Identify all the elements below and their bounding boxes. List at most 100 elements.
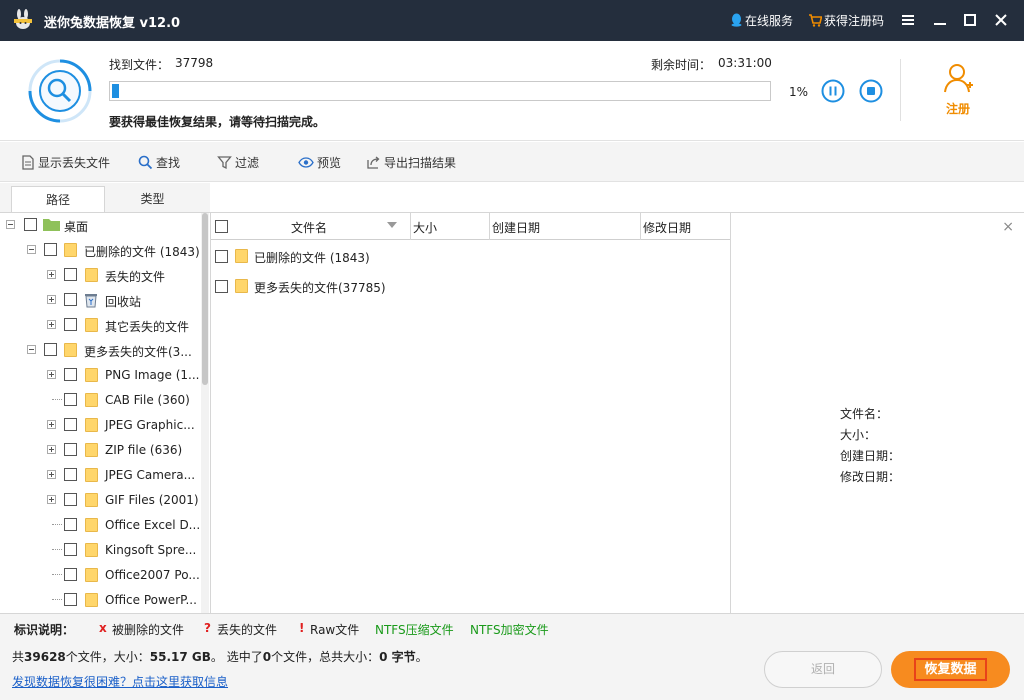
tree-node[interactable]: Office PowerP...: [0, 590, 200, 610]
select-all-checkbox[interactable]: [215, 220, 228, 233]
tab-type[interactable]: 类型: [105, 186, 200, 213]
maximize-icon[interactable]: [960, 10, 980, 30]
tree-node[interactable]: 已删除的文件 (1843): [0, 240, 200, 260]
recover-data-button[interactable]: 恢复数据: [891, 651, 1010, 688]
tree-checkbox[interactable]: [64, 518, 77, 531]
tree-node[interactable]: 更多丢失的文件(3...: [0, 340, 200, 360]
expand-toggle[interactable]: [47, 270, 56, 279]
file-list-header: 文件名 大小 创建日期 修改日期: [211, 212, 731, 240]
tree-checkbox[interactable]: [64, 368, 77, 381]
tree-checkbox[interactable]: [64, 293, 77, 306]
stop-button[interactable]: [859, 79, 883, 103]
tree-checkbox[interactable]: [44, 343, 57, 356]
show-lost-files-button[interactable]: 显示丢失文件: [21, 154, 110, 171]
row-checkbox[interactable]: [215, 250, 228, 263]
help-link[interactable]: 发现数据恢复很困难？点击这里获取信息: [12, 673, 228, 690]
tree-checkbox[interactable]: [24, 218, 37, 231]
summary-selected-mid: 个文件，总共大小：: [271, 650, 380, 664]
tree-checkbox[interactable]: [64, 493, 77, 506]
back-button[interactable]: 返回: [764, 651, 882, 688]
collapse-toggle[interactable]: [27, 345, 36, 354]
minimize-icon[interactable]: [930, 10, 950, 30]
preview-button[interactable]: 预览: [298, 154, 341, 171]
tree-scrollbar[interactable]: [201, 213, 209, 613]
remaining-time-value: 03:31:00: [718, 56, 772, 70]
file-row[interactable]: 已删除的文件 (1843): [211, 243, 731, 271]
recover-data-label: 恢复数据: [914, 658, 987, 681]
column-filename[interactable]: 文件名: [291, 219, 327, 236]
tree-node[interactable]: CAB File (360): [0, 390, 200, 410]
tree-node[interactable]: 丢失的文件: [0, 265, 200, 285]
column-created[interactable]: 创建日期: [492, 219, 540, 236]
collapse-toggle[interactable]: [27, 245, 36, 254]
expand-toggle[interactable]: [47, 495, 56, 504]
column-size[interactable]: 大小: [413, 219, 437, 236]
tree-node-root[interactable]: 桌面: [0, 215, 200, 235]
tree-label: 更多丢失的文件(3...: [84, 345, 192, 359]
tree-scrollbar-thumb[interactable]: [202, 213, 208, 385]
get-code-link[interactable]: 获得注册码: [808, 12, 884, 29]
tree-node[interactable]: JPEG Camera...: [0, 465, 200, 485]
tree-node[interactable]: GIF Files (2001): [0, 490, 200, 510]
folder-icon: [235, 249, 248, 263]
tree-label: 已删除的文件 (1843): [84, 245, 200, 259]
tree-node[interactable]: Office2007 Po...: [0, 565, 200, 585]
tree-checkbox[interactable]: [64, 568, 77, 581]
tree-checkbox[interactable]: [64, 418, 77, 431]
preview-created-label: 创建日期：: [840, 449, 901, 463]
tree-node[interactable]: Office Excel D...: [0, 515, 200, 535]
expand-toggle[interactable]: [47, 470, 56, 479]
tree-checkbox[interactable]: [44, 243, 57, 256]
tree-label: Office2007 Po...: [105, 568, 200, 582]
tree-node[interactable]: Kingsoft Spre...: [0, 540, 200, 560]
collapse-toggle[interactable]: [6, 220, 15, 229]
search-icon: [138, 155, 153, 170]
folder-icon: [85, 418, 98, 432]
export-button[interactable]: 导出扫描结果: [366, 154, 456, 171]
tab-path[interactable]: 路径: [11, 186, 105, 213]
tree-checkbox[interactable]: [64, 393, 77, 406]
status-bar: 标识说明： x 被删除的文件 ? 丢失的文件 ! Raw文件 NTFS压缩文件 …: [0, 613, 1024, 700]
file-row[interactable]: 更多丢失的文件(37785): [211, 273, 731, 301]
tree-node[interactable]: PNG Image (1...: [0, 365, 200, 385]
filter-button[interactable]: 过滤: [217, 154, 259, 171]
tree-node[interactable]: 回收站: [0, 290, 200, 310]
column-separator: [640, 213, 641, 240]
close-icon[interactable]: [991, 10, 1011, 30]
tree-checkbox[interactable]: [64, 468, 77, 481]
get-code-label: 获得注册码: [824, 14, 885, 28]
tree-node[interactable]: 其它丢失的文件: [0, 315, 200, 335]
folder-icon: [64, 243, 77, 257]
divider: [900, 59, 901, 121]
tree-node[interactable]: ZIP file (636): [0, 440, 200, 460]
tree-checkbox[interactable]: [64, 318, 77, 331]
tree-checkbox[interactable]: [64, 543, 77, 556]
pause-button[interactable]: [821, 79, 845, 103]
file-list: 文件名 大小 创建日期 修改日期 已删除的文件 (1843) 更多丢失的文件(3…: [210, 212, 731, 613]
expand-toggle[interactable]: [47, 445, 56, 454]
register-button[interactable]: 注册: [930, 61, 986, 117]
folder-icon: [85, 568, 98, 582]
row-checkbox[interactable]: [215, 280, 228, 293]
scan-progress-fill: [112, 84, 119, 98]
expand-toggle[interactable]: [47, 295, 56, 304]
preview-close-icon[interactable]: ×: [1002, 219, 1014, 235]
expand-toggle[interactable]: [47, 420, 56, 429]
tree-checkbox[interactable]: [64, 268, 77, 281]
view-tabs: 路径 类型: [0, 183, 210, 213]
tree-checkbox[interactable]: [64, 593, 77, 606]
expand-toggle[interactable]: [47, 320, 56, 329]
scanning-icon: [28, 59, 92, 123]
sort-desc-icon[interactable]: [387, 222, 397, 228]
find-button[interactable]: 查找: [138, 154, 180, 171]
expand-toggle[interactable]: [47, 370, 56, 379]
scan-panel: 找到文件： 37798 剩余时间： 03:31:00 1% 要获得最佳恢复结果，…: [0, 41, 1024, 141]
menu-icon[interactable]: [898, 10, 918, 30]
tree-node[interactable]: JPEG Graphic...: [0, 415, 200, 435]
recycle-bin-icon: [85, 294, 97, 308]
tree-label: Office Excel D...: [105, 518, 201, 532]
column-modified[interactable]: 修改日期: [643, 219, 691, 236]
lost-mark-icon: ?: [204, 621, 211, 635]
online-service-link[interactable]: 在线服务: [730, 12, 793, 29]
tree-checkbox[interactable]: [64, 443, 77, 456]
